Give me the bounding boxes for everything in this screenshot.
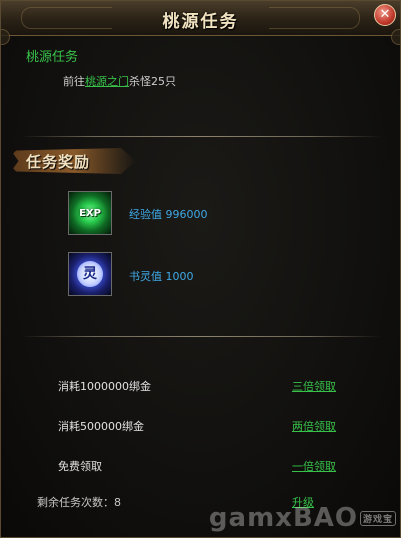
claim-triple-button[interactable]: 三倍领取 <box>292 378 336 394</box>
shuling-icon-image: 灵 <box>69 253 111 295</box>
quest-desc-prefix: 前往 <box>63 75 85 88</box>
quest-desc-suffix: 杀怪25只 <box>129 75 176 88</box>
claim-cost-double: 消耗500000绑金 <box>58 420 144 433</box>
reward-exp-label: 经验值 <box>129 208 162 221</box>
shuling-glyph: 灵 <box>77 261 103 287</box>
quest-panel: 桃源任务 ✕ 桃源任务 前往桃源之门杀怪25只 任务奖励 EXP 经验值 996… <box>0 0 401 538</box>
watermark-tag: 游戏宝 <box>359 510 396 526</box>
reward-exp: 经验值 996000 <box>129 206 208 222</box>
quest-description: 前往桃源之门杀怪25只 <box>63 73 176 89</box>
close-button[interactable]: ✕ <box>374 4 396 26</box>
watermark-text: gamxBAO <box>208 503 358 533</box>
reward-shuling-label: 书灵值 <box>129 270 162 283</box>
exp-icon: EXP <box>68 191 112 235</box>
window-title: 桃源任务 <box>162 12 239 32</box>
reward-exp-value: 996000 <box>165 208 208 221</box>
reward-header-title: 任务奖励 <box>26 153 91 171</box>
corner-ornament-left <box>1 29 10 45</box>
reward-shuling: 书灵值 1000 <box>129 268 194 284</box>
remaining-label: 剩余任务次数： <box>37 496 114 509</box>
quest-location-link[interactable]: 桃源之门 <box>85 75 129 88</box>
quest-name: 桃源任务 <box>26 50 79 65</box>
remaining-count: 剩余任务次数：8 <box>37 494 121 510</box>
claim-single-button[interactable]: 一倍领取 <box>292 458 336 474</box>
remaining-value: 8 <box>114 496 121 509</box>
divider <box>21 336 381 337</box>
corner-ornament-right <box>391 29 400 45</box>
exp-icon-image: EXP <box>69 192 111 234</box>
shuling-icon: 灵 <box>68 252 112 296</box>
reward-shuling-value: 1000 <box>165 270 194 283</box>
claim-cost-triple: 消耗1000000绑金 <box>58 380 151 393</box>
claim-cost-single: 免费领取 <box>58 460 102 473</box>
watermark-logo: gamxBAO 游戏宝 <box>186 501 396 535</box>
title-bar[interactable]: 桃源任务 ✕ <box>1 1 400 36</box>
divider <box>21 136 381 137</box>
claim-double-button[interactable]: 两倍领取 <box>292 418 336 434</box>
